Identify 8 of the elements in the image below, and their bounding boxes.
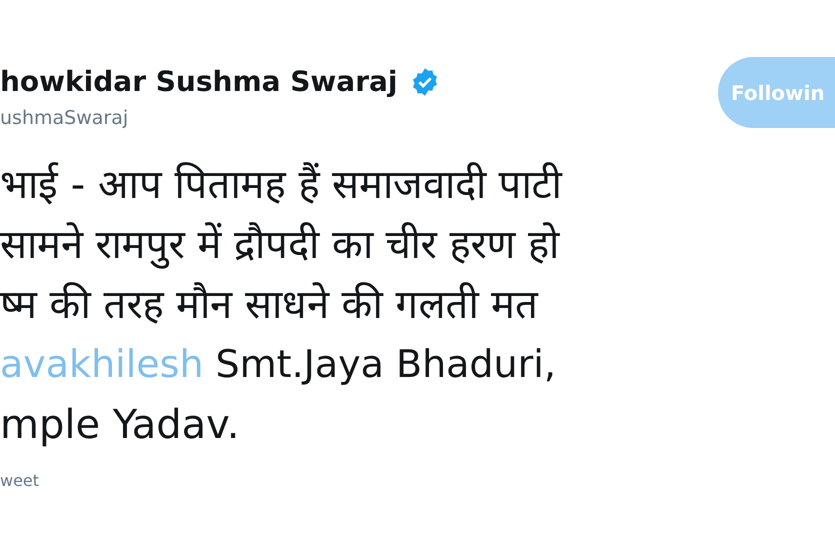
author-handle[interactable]: ushmaSwaraj	[0, 104, 440, 132]
translate-link[interactable]: weet	[0, 468, 40, 492]
tweet-text: सामने रामपुर में द्रौपदी का चीर हरण हो	[0, 220, 560, 271]
author-name[interactable]: howkidar Sushma Swaraj	[0, 64, 398, 100]
tweet-text: भाई - आप पितामह हैं समाजवादी पाटी	[0, 160, 562, 210]
tweet-text: mple Yadav.	[0, 400, 240, 450]
tweet-text: ष्म की तरह मौन साधने की गलती मत	[0, 280, 538, 330]
tweet-text: Smt.Jaya Bhaduri,	[216, 341, 556, 388]
